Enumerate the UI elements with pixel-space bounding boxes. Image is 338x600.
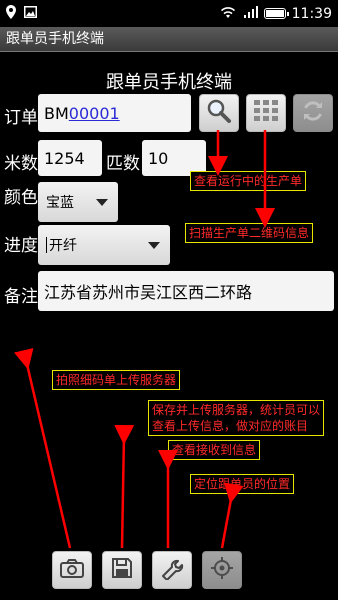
arrow-camera bbox=[13, 347, 72, 549]
annotation-arrows bbox=[13, 130, 275, 549]
camera-icon bbox=[60, 558, 84, 582]
arrow-locate bbox=[220, 482, 244, 549]
location-icon bbox=[210, 556, 234, 584]
camera-button[interactable] bbox=[52, 551, 92, 589]
wrench-icon bbox=[160, 556, 184, 584]
arrow-save bbox=[114, 424, 135, 549]
tools-button[interactable] bbox=[152, 551, 192, 589]
location-button[interactable] bbox=[202, 551, 242, 589]
save-icon bbox=[111, 557, 133, 583]
save-button[interactable] bbox=[102, 551, 142, 589]
